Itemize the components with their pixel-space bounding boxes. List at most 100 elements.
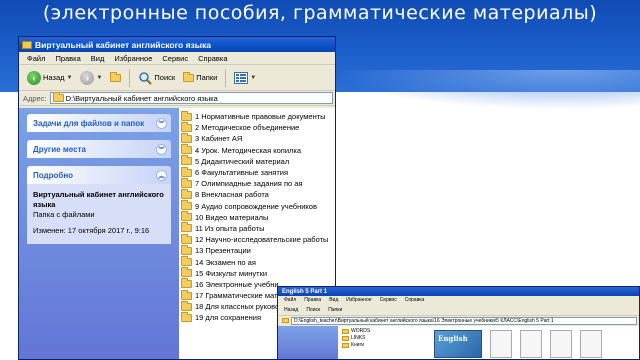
folder-name: 17 Грамматические матер: [195, 291, 286, 301]
details-name: Виртуальный кабинет английского языка: [33, 190, 164, 209]
views-icon: [234, 71, 249, 84]
chevron-up-icon[interactable]: ︽: [156, 169, 167, 181]
folder-icon: [181, 256, 192, 267]
dropdown-arrow-icon: ▼: [66, 74, 73, 81]
search-label: Поиск: [154, 73, 176, 82]
list-item[interactable]: 4 Урок. Методическая копилка: [181, 144, 333, 156]
details-content: Виртуальный кабинет английского языка Па…: [27, 184, 171, 244]
w2-back-button[interactable]: Назад: [284, 307, 298, 313]
book-cover-thumbnail[interactable]: English: [434, 330, 482, 358]
dropdown-arrow-icon: ▼: [96, 74, 103, 81]
list-item[interactable]: 3 Кабинет АЯ: [181, 132, 333, 144]
folder-icon: [181, 110, 192, 121]
list-item[interactable]: 9 Аудио сопровождение учебников: [181, 200, 333, 212]
folder-icon: [181, 300, 192, 311]
list-item[interactable]: 8 Внекласная работа: [181, 188, 333, 200]
list-item[interactable]: Книги: [342, 342, 424, 349]
list-item[interactable]: 15 Физкульт минутки: [181, 267, 333, 279]
chevron-down-icon[interactable]: ︾: [156, 117, 167, 129]
details-type: Папка с файлами: [33, 210, 95, 219]
folder-name: 10 Видео материалы: [195, 212, 269, 222]
w2-menu-favorites[interactable]: Избранное: [346, 297, 371, 303]
other-places-header[interactable]: Другие места ︾: [27, 140, 171, 158]
window-titlebar[interactable]: Виртуальный кабинет английского языка: [19, 37, 335, 52]
page-thumbnail[interactable]: [550, 330, 572, 358]
folder-icon: [181, 311, 192, 322]
list-item[interactable]: 6 Факультативные занятия: [181, 166, 333, 178]
up-folder-button[interactable]: [108, 68, 123, 88]
window2-folder-list: WORDS LINKS Книги: [338, 326, 428, 359]
other-places-section: Другие места ︾: [27, 140, 171, 158]
list-item[interactable]: 7 Олимпиадные задания по ая: [181, 177, 333, 189]
page-thumbnail[interactable]: [520, 330, 542, 358]
window2-menu-bar: Файл Правка Вид Избранное Сервис Справка: [278, 296, 639, 304]
list-item[interactable]: 1 Нормативные правовые документы: [181, 110, 333, 122]
folder-name: Книги: [351, 342, 365, 348]
folder-name: 11 Из опыта работы: [195, 223, 265, 233]
folder-icon: [181, 244, 192, 255]
menu-help[interactable]: Справка: [198, 54, 227, 63]
list-item[interactable]: 12 Научно-исследовательские работы: [181, 233, 333, 245]
details-header-label: Подробно: [33, 170, 74, 180]
address-input[interactable]: D:\Виртуальный кабинет английского языка: [49, 92, 333, 104]
tasks-header[interactable]: Задачи для файлов и папок ︾: [27, 114, 171, 132]
folder-name: 6 Факультативные занятия: [195, 168, 289, 178]
w2-menu-edit[interactable]: Правка: [304, 297, 321, 303]
page-thumbnail[interactable]: [490, 330, 512, 358]
details-header[interactable]: Подробно ︽: [27, 166, 171, 184]
list-item[interactable]: 13 Презентации: [181, 244, 333, 256]
forward-button[interactable]: › ▼: [78, 68, 104, 88]
menu-tools[interactable]: Сервис: [162, 54, 188, 63]
menu-favorites[interactable]: Избранное: [114, 54, 152, 63]
w2-search-button[interactable]: Поиск: [306, 307, 320, 313]
second-explorer-window: English 5 Part 1 Файл Правка Вид Избранн…: [277, 286, 640, 360]
list-item[interactable]: 11 Из опыта работы: [181, 222, 333, 234]
up-folder-icon: [110, 71, 122, 82]
task-pane: Задачи для файлов и папок ︾ Другие места…: [19, 108, 179, 359]
folder-name: 9 Аудио сопровождение учебников: [195, 201, 317, 211]
list-item[interactable]: LINKS: [342, 335, 424, 342]
folders-icon: [183, 71, 195, 82]
back-arrow-icon: ‹: [27, 70, 41, 85]
list-item[interactable]: 10 Видео материалы: [181, 211, 333, 223]
page-thumbnail[interactable]: [580, 330, 602, 358]
folder-icon: [181, 144, 192, 155]
w2-menu-view[interactable]: Вид: [329, 297, 338, 303]
folder-icon: [181, 177, 192, 188]
folder-icon: [181, 211, 192, 222]
search-button[interactable]: Поиск: [136, 68, 177, 88]
window2-titlebar[interactable]: English 5 Part 1: [278, 287, 639, 296]
w2-menu-file[interactable]: Файл: [284, 297, 296, 303]
folder-name: 4 Урок. Методическая копилка: [195, 145, 302, 155]
folders-button[interactable]: Папки: [181, 68, 219, 88]
folder-icon: [342, 343, 349, 348]
folder-name: LINKS: [351, 335, 366, 341]
folder-name: 19 для сохранения: [195, 313, 262, 323]
window2-address-input[interactable]: D:\English_teacher\Виртуальный кабинет а…: [291, 316, 637, 325]
list-item[interactable]: 2 Методическое объединение: [181, 121, 333, 133]
back-button[interactable]: ‹ Назад ▼: [25, 68, 74, 88]
list-item[interactable]: 5 Дидактический материал: [181, 155, 333, 167]
menu-view[interactable]: Вид: [91, 54, 105, 63]
chevron-down-icon[interactable]: ︾: [156, 143, 167, 155]
window2-thumbnails: English: [428, 326, 639, 359]
w2-menu-help[interactable]: Справка: [405, 297, 425, 303]
search-icon: [139, 71, 153, 85]
folder-name: 13 Презентации: [195, 246, 251, 256]
toolbar: ‹ Назад ▼ › ▼ Поиск Папки ▼: [19, 65, 335, 91]
toolbar-separator: [225, 68, 227, 87]
slide-title: (электронные пособия, грамматические мат…: [42, 2, 598, 24]
w2-menu-tools[interactable]: Сервис: [380, 297, 397, 303]
menu-edit[interactable]: Правка: [55, 54, 80, 63]
views-button[interactable]: ▼: [232, 68, 258, 88]
list-item[interactable]: 14 Экзамен по ая: [181, 256, 333, 267]
window2-toolbar: Назад Поиск Папки: [278, 304, 639, 316]
w2-folders-button[interactable]: Папки: [328, 307, 342, 313]
list-item[interactable]: WORDS: [342, 328, 424, 335]
folder-icon: [52, 92, 64, 102]
folder-icon: [181, 267, 192, 278]
folder-icon: [181, 188, 192, 199]
menu-file[interactable]: Файл: [27, 54, 45, 63]
details-modified: Изменен: 17 октября 2017 г., 9:16: [33, 226, 150, 235]
folder-name: 16 Электронные учебни: [195, 279, 279, 289]
